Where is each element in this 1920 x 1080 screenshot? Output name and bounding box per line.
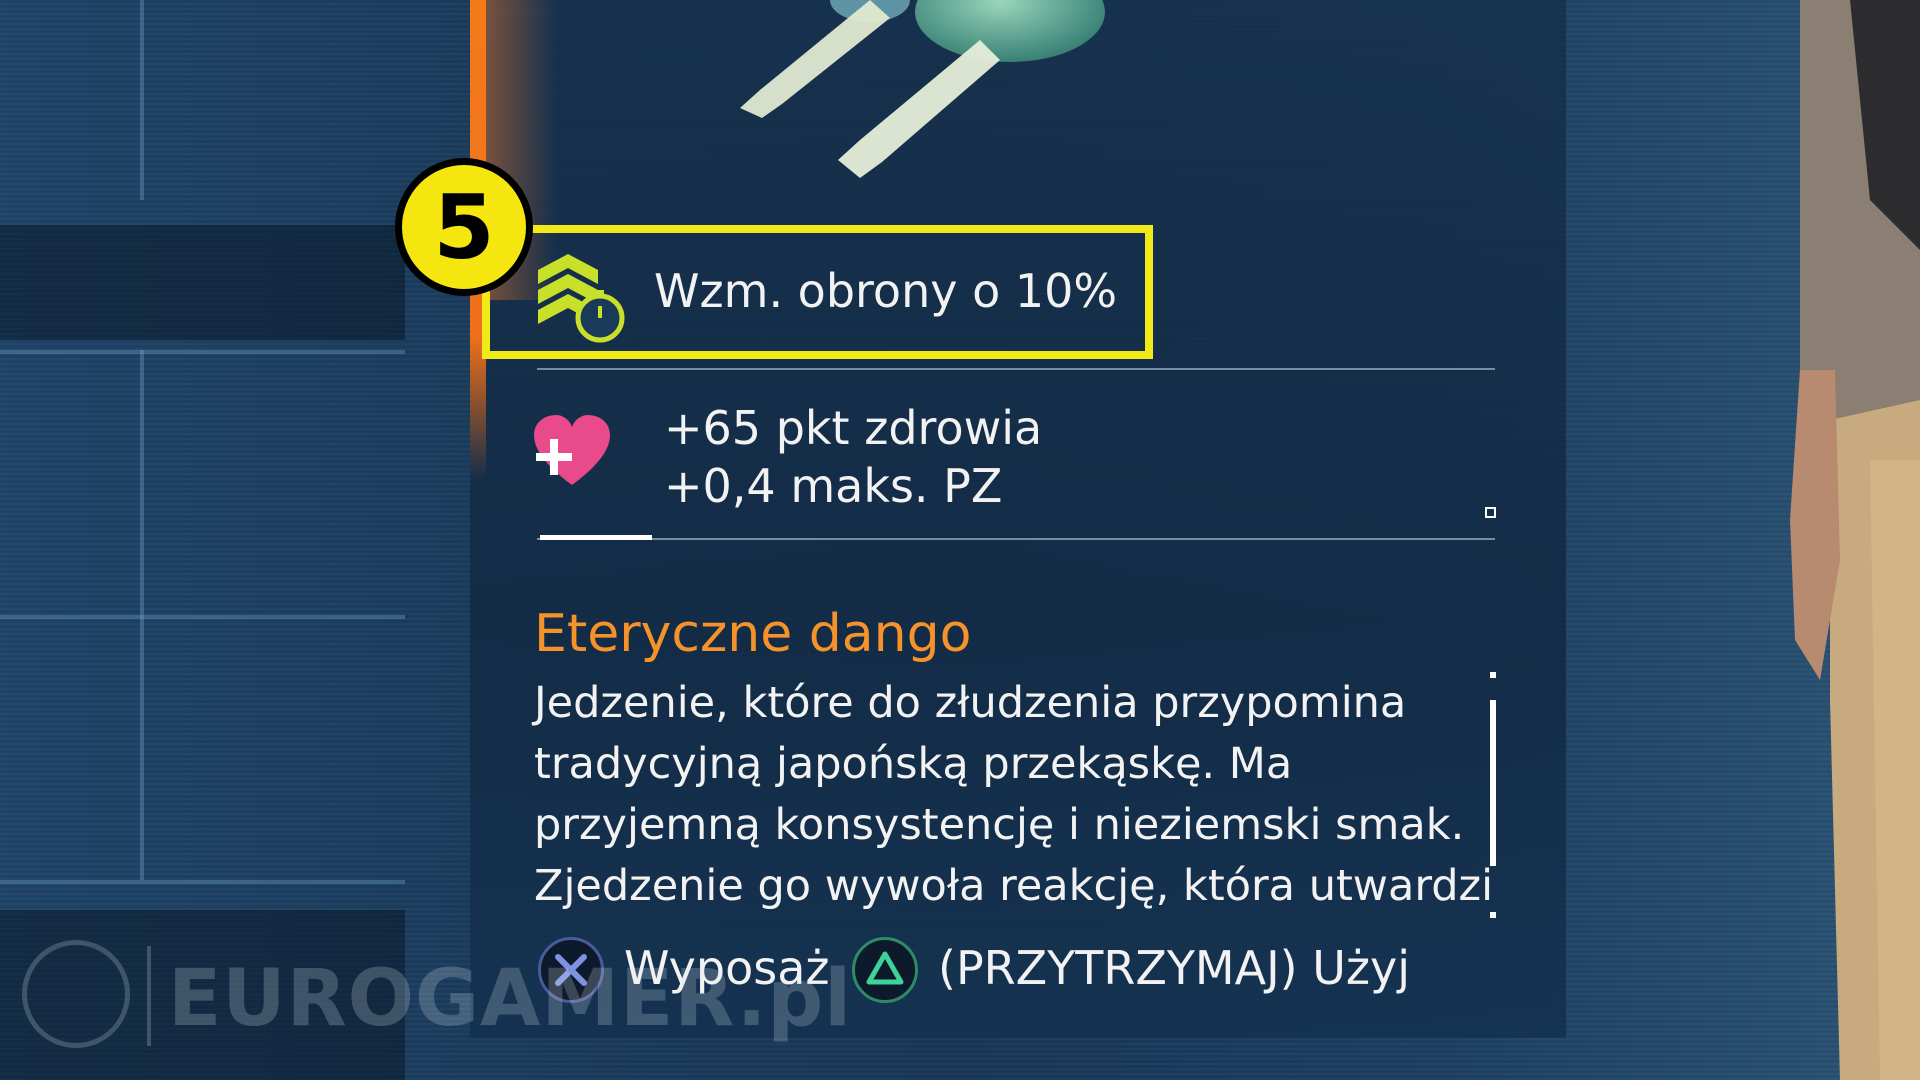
character-figure <box>1790 0 1920 1080</box>
item-description: Jedzenie, które do złudzenia przypomina … <box>534 673 1494 917</box>
highlight-box <box>482 225 1153 359</box>
grid-line <box>0 615 405 619</box>
use-label[interactable]: (PRZYTRZYMAJ) Użyj <box>938 941 1410 995</box>
heart-plus-icon <box>534 415 610 485</box>
health-restore-text: +65 pkt zdrowia <box>664 401 1043 455</box>
item-image <box>740 0 1105 178</box>
triangle-button-icon[interactable] <box>852 937 918 1003</box>
separator <box>537 538 1495 540</box>
health-row: +65 pkt zdrowia +0,4 maks. PZ <box>530 395 1230 535</box>
scroll-thumb[interactable] <box>1490 700 1496 866</box>
description-scrollbar[interactable] <box>1490 672 1496 918</box>
indicator-square <box>1485 507 1496 518</box>
dark-band <box>0 225 405 340</box>
globe-icon <box>22 940 130 1048</box>
separator <box>537 368 1495 370</box>
description-line: tradycyjną japońską przekąskę. Ma <box>534 739 1293 789</box>
watermark-text: EUROGAMER.pl <box>168 954 852 1044</box>
grid-line <box>140 0 144 200</box>
max-hp-text: +0,4 maks. PZ <box>664 459 1003 513</box>
scroll-top-dot <box>1490 672 1496 678</box>
scroll-bottom-dot <box>1490 912 1496 918</box>
grid-line <box>0 350 405 354</box>
background-grid <box>0 0 405 1080</box>
description-line: Jedzenie, które do złudzenia przypomina <box>534 678 1407 728</box>
step-badge: 5 <box>395 158 533 296</box>
watermark-divider <box>147 946 151 1046</box>
progress-segment <box>540 535 652 540</box>
grid-line <box>0 880 405 884</box>
description-line: przyjemną konsystencję i nieziemski smak… <box>534 800 1465 850</box>
description-line: Zjedzenie go wywoła reakcję, która utwar… <box>534 861 1494 911</box>
item-name: Eteryczne dango <box>534 604 972 664</box>
